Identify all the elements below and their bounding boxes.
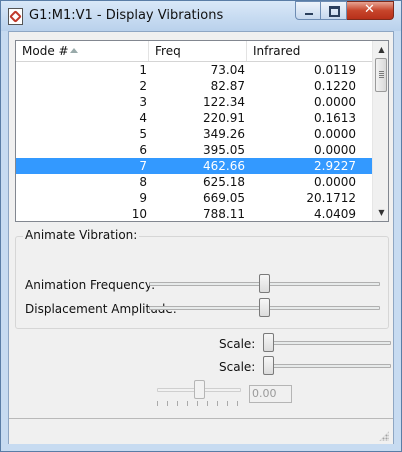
scale-2-label: Scale: [219, 360, 256, 374]
column-header-infrared[interactable]: Infrared [247, 41, 372, 61]
table-row[interactable]: 5 349.26 0.0000 [16, 126, 372, 142]
table-row[interactable]: 1 73.04 0.0119 [16, 62, 372, 78]
slider-tick [197, 401, 198, 406]
close-button[interactable] [347, 1, 394, 20]
column-header-freq-label: Freq [155, 44, 181, 58]
slider-tick [207, 401, 208, 406]
infrared-cell: 0.0000 [314, 95, 356, 109]
value-field: 0.00 [249, 385, 292, 403]
infrared-cell: 0.0000 [314, 143, 356, 157]
infrared-cell: 0.0000 [314, 175, 356, 189]
table-row[interactable]: 10 788.11 4.0409 [16, 206, 372, 221]
column-header-mode[interactable]: Mode # [16, 41, 149, 61]
slider-tick [217, 401, 218, 406]
table-row[interactable]: 2 82.87 0.1220 [16, 78, 372, 94]
document-icon[interactable] [8, 8, 23, 25]
table-row[interactable]: 3 122.34 0.0000 [16, 94, 372, 110]
table-row[interactable]: 6 395.05 0.0000 [16, 142, 372, 158]
scrollbar-thumb[interactable] [375, 58, 387, 92]
infrared-cell: 0.0119 [314, 63, 356, 77]
infrared-cell: 0.1220 [314, 79, 356, 93]
disabled-slider [193, 380, 205, 399]
list-scrollbar[interactable]: ▲ ▼ [372, 41, 388, 221]
dialog-body: Mode # Freq Infrared 1 73.04 0.0119 2 82.87… [8, 31, 394, 444]
caption-buttons [295, 1, 394, 21]
scale-1-slider[interactable] [263, 333, 274, 352]
column-header-infrared-label: Infrared [253, 44, 301, 58]
scale-2-slider[interactable] [263, 356, 274, 375]
table-row[interactable]: 7 462.66 2.9227 [16, 158, 372, 174]
resize-grip-icon[interactable] [379, 431, 389, 441]
scroll-down-arrow-icon[interactable]: ▼ [373, 204, 388, 221]
scale-1-label: Scale: [219, 337, 256, 351]
infrared-cell: 4.0409 [314, 207, 356, 221]
minimize-button[interactable] [295, 1, 321, 20]
slider-ticks [157, 401, 238, 407]
animate-vibration-label: Animate Vibration: [23, 228, 140, 242]
vibration-modes-list[interactable]: Mode # Freq Infrared 1 73.04 0.0119 2 82.87… [15, 40, 389, 222]
column-header-freq[interactable]: Freq [149, 41, 247, 61]
infrared-cell: 0.1613 [314, 111, 356, 125]
slider-tick [157, 401, 158, 406]
slider-tick [167, 401, 168, 406]
list-header: Mode # Freq Infrared [16, 41, 372, 62]
infrared-cell: 2.9227 [314, 159, 356, 173]
slider-tick [227, 401, 228, 406]
scroll-up-arrow-icon[interactable]: ▲ [373, 41, 388, 58]
sort-ascending-icon [70, 48, 78, 53]
displacement-amplitude-slider[interactable] [259, 298, 270, 317]
window-title: G1:M1:V1 - Display Vibrations [29, 8, 224, 23]
animation-frequency-slider[interactable] [259, 274, 270, 293]
infrared-cell: 20.1712 [306, 191, 356, 205]
slider-tick [177, 401, 178, 406]
table-row[interactable]: 8 625.18 0.0000 [16, 174, 372, 190]
column-header-mode-label: Mode # [22, 44, 69, 58]
infrared-cell: 0.0000 [314, 127, 356, 141]
status-bar [9, 418, 393, 444]
maximize-button[interactable] [321, 1, 347, 20]
slider-tick [187, 401, 188, 406]
animation-frequency-label: Animation Frequency: [25, 278, 156, 292]
scale-2-track[interactable] [263, 364, 391, 368]
scale-1-track[interactable] [263, 341, 391, 345]
table-row[interactable]: 4 220.91 0.1613 [16, 110, 372, 126]
slider-tick [237, 401, 238, 406]
table-row[interactable]: 9 669.05 20.1712 [16, 190, 372, 206]
display-vibrations-window: G1:M1:V1 - Display Vibrations Mode # Fre… [0, 0, 402, 452]
title-bar[interactable]: G1:M1:V1 - Display Vibrations [1, 1, 401, 31]
